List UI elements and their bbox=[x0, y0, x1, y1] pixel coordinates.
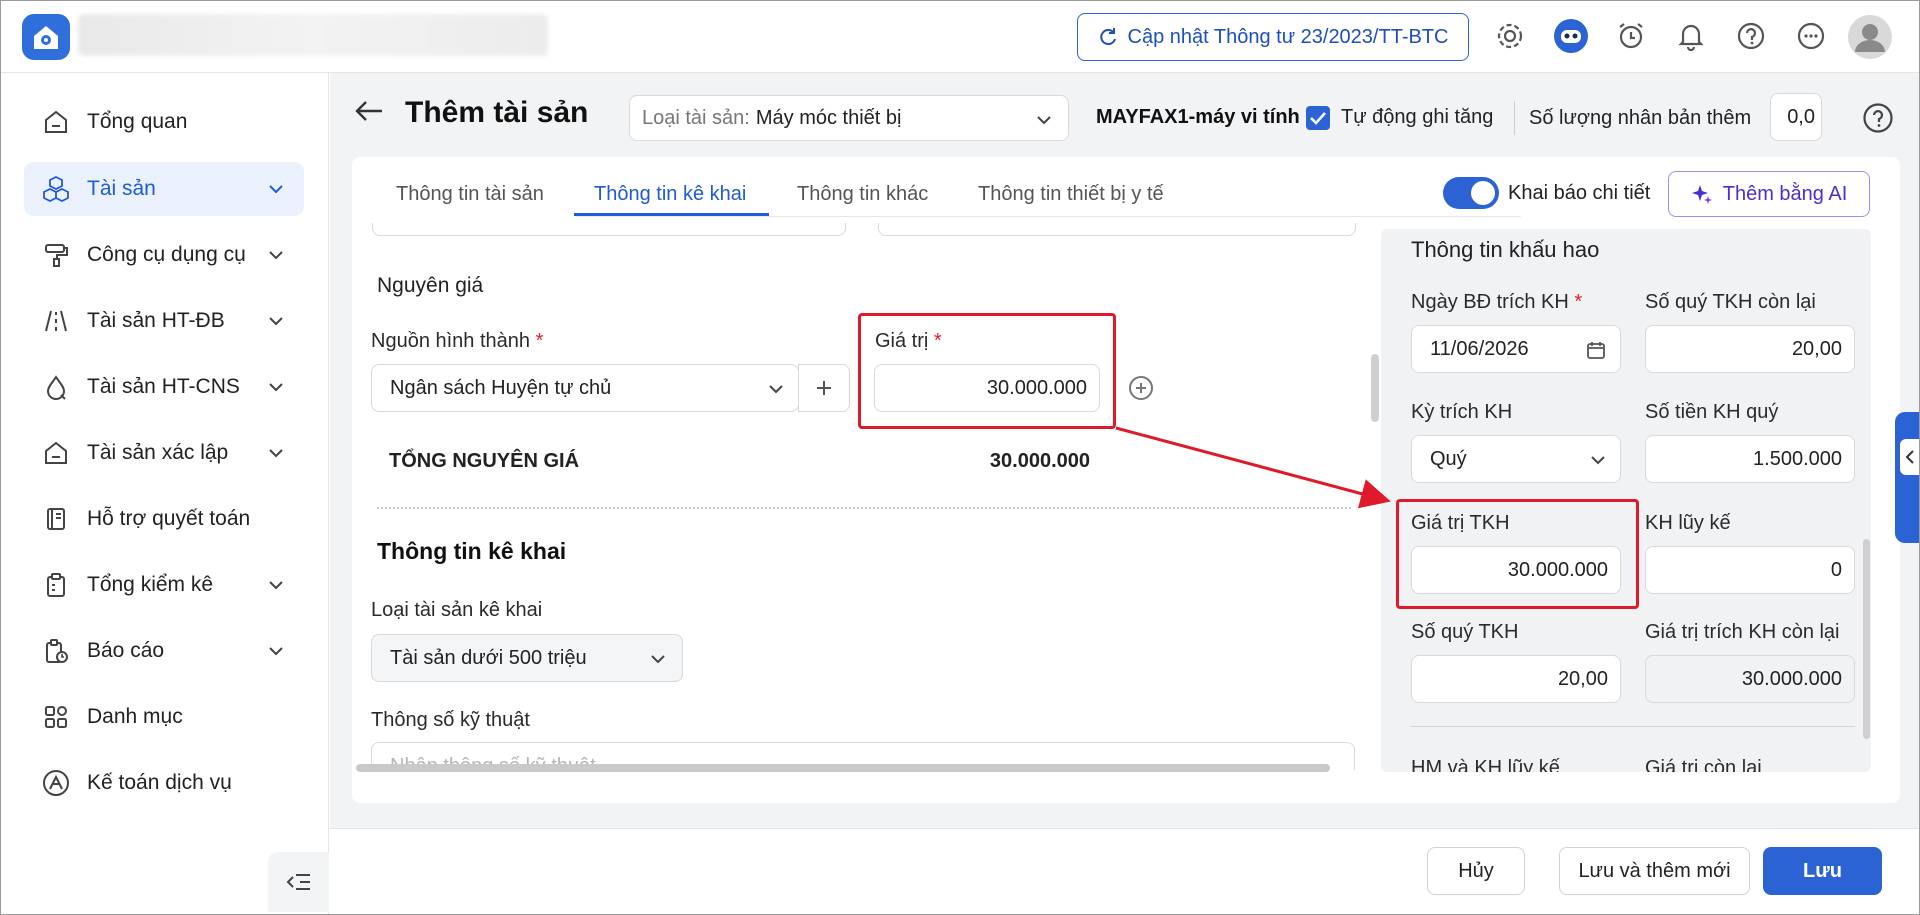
sidebar-item-label: Tài sản HT-ĐB bbox=[87, 309, 225, 332]
chevron-down-icon bbox=[269, 185, 283, 194]
sidebar-item-label: Báo cáo bbox=[87, 639, 165, 662]
chevron-down-icon bbox=[269, 251, 283, 260]
sidebar-item-accounting-service[interactable]: Kế toán dịch vụ bbox=[24, 756, 304, 810]
sidebar-item-catalog[interactable]: Danh mục bbox=[24, 690, 304, 744]
accounting-icon bbox=[41, 768, 71, 798]
chevron-down-icon bbox=[269, 581, 283, 590]
collapse-sidebar-button[interactable] bbox=[268, 852, 329, 912]
chevron-down-icon bbox=[269, 383, 283, 392]
report-icon bbox=[41, 636, 71, 666]
more-icon[interactable] bbox=[1793, 18, 1829, 54]
sidebar-item-inventory[interactable]: Tổng kiểm kê bbox=[24, 558, 304, 612]
home-outline-icon bbox=[41, 438, 71, 468]
sidebar-item-reports[interactable]: Báo cáo bbox=[24, 624, 304, 678]
update-button-label: Cập nhật Thông tư 23/2023/TT-BTC bbox=[1127, 25, 1449, 48]
sidebar-item-assets[interactable]: Tài sản bbox=[24, 162, 304, 216]
sidebar-item-label: Tổng kiểm kê bbox=[87, 573, 214, 596]
clipboard-icon bbox=[41, 570, 71, 600]
sidebar-item-infrastructure-road[interactable]: Tài sản HT-ĐB bbox=[24, 294, 304, 348]
sidebar-item-label: Hỗ trợ quyết toán bbox=[87, 507, 251, 530]
avatar[interactable] bbox=[1847, 14, 1893, 60]
collapse-icon bbox=[286, 874, 310, 890]
sidebar-item-label: Công cụ dụng cụ bbox=[87, 243, 246, 266]
sidebar-item-established-assets[interactable]: Tài sản xác lập bbox=[24, 426, 304, 480]
blurred-org-name bbox=[78, 14, 548, 56]
sidebar-item-tools[interactable]: Công cụ dụng cụ bbox=[24, 228, 304, 282]
assistant-bot-icon[interactable] bbox=[1553, 18, 1589, 54]
paint-roller-icon bbox=[41, 240, 71, 270]
sidebar-item-settlement-support[interactable]: Hỗ trợ quyết toán bbox=[24, 492, 304, 546]
sidebar-item-label: Tài sản HT-CNS bbox=[87, 375, 240, 398]
app-logo[interactable] bbox=[22, 14, 70, 60]
save-button[interactable]: Lưu bbox=[1763, 847, 1882, 895]
sidebar-item-label: Tài sản bbox=[87, 177, 156, 200]
update-circular-button[interactable]: Cập nhật Thông tư 23/2023/TT-BTC bbox=[1077, 13, 1469, 61]
chevron-down-icon bbox=[269, 647, 283, 656]
settings-icon[interactable] bbox=[1492, 18, 1528, 54]
main-content: Thêm tài sản Loại tài sản: Máy móc thiết… bbox=[330, 73, 1920, 915]
sidebar-item-label: Danh mục bbox=[87, 705, 183, 728]
sidebar-item-label: Kế toán dịch vụ bbox=[87, 771, 232, 794]
bell-icon[interactable] bbox=[1673, 18, 1709, 54]
chevron-down-icon bbox=[269, 317, 283, 326]
refresh-icon bbox=[1099, 28, 1116, 46]
cubes-icon bbox=[41, 174, 71, 204]
home-icon bbox=[41, 107, 71, 137]
annotation-arrow bbox=[1115, 426, 1391, 509]
grid-icon bbox=[41, 702, 71, 732]
chevron-down-icon bbox=[269, 449, 283, 458]
sidebar-item-label: Tài sản xác lập bbox=[87, 441, 229, 464]
cancel-button[interactable]: Hủy bbox=[1427, 847, 1525, 895]
alarm-icon[interactable] bbox=[1613, 18, 1649, 54]
sidebar: Tổng quan Tài sản Công cụ dụng cụ Tài sả… bbox=[0, 73, 329, 915]
book-icon bbox=[41, 504, 71, 534]
sidebar-item-overview[interactable]: Tổng quan bbox=[24, 95, 304, 149]
road-icon bbox=[41, 306, 71, 336]
water-drop-icon bbox=[41, 372, 71, 402]
sidebar-item-infrastructure-water[interactable]: Tài sản HT-CNS bbox=[24, 360, 304, 414]
save-and-new-button[interactable]: Lưu và thêm mới bbox=[1559, 847, 1750, 895]
sidebar-item-label: Tổng quan bbox=[87, 110, 188, 133]
top-bar: Cập nhật Thông tư 23/2023/TT-BTC bbox=[0, 0, 1920, 73]
help-icon[interactable] bbox=[1733, 18, 1769, 54]
